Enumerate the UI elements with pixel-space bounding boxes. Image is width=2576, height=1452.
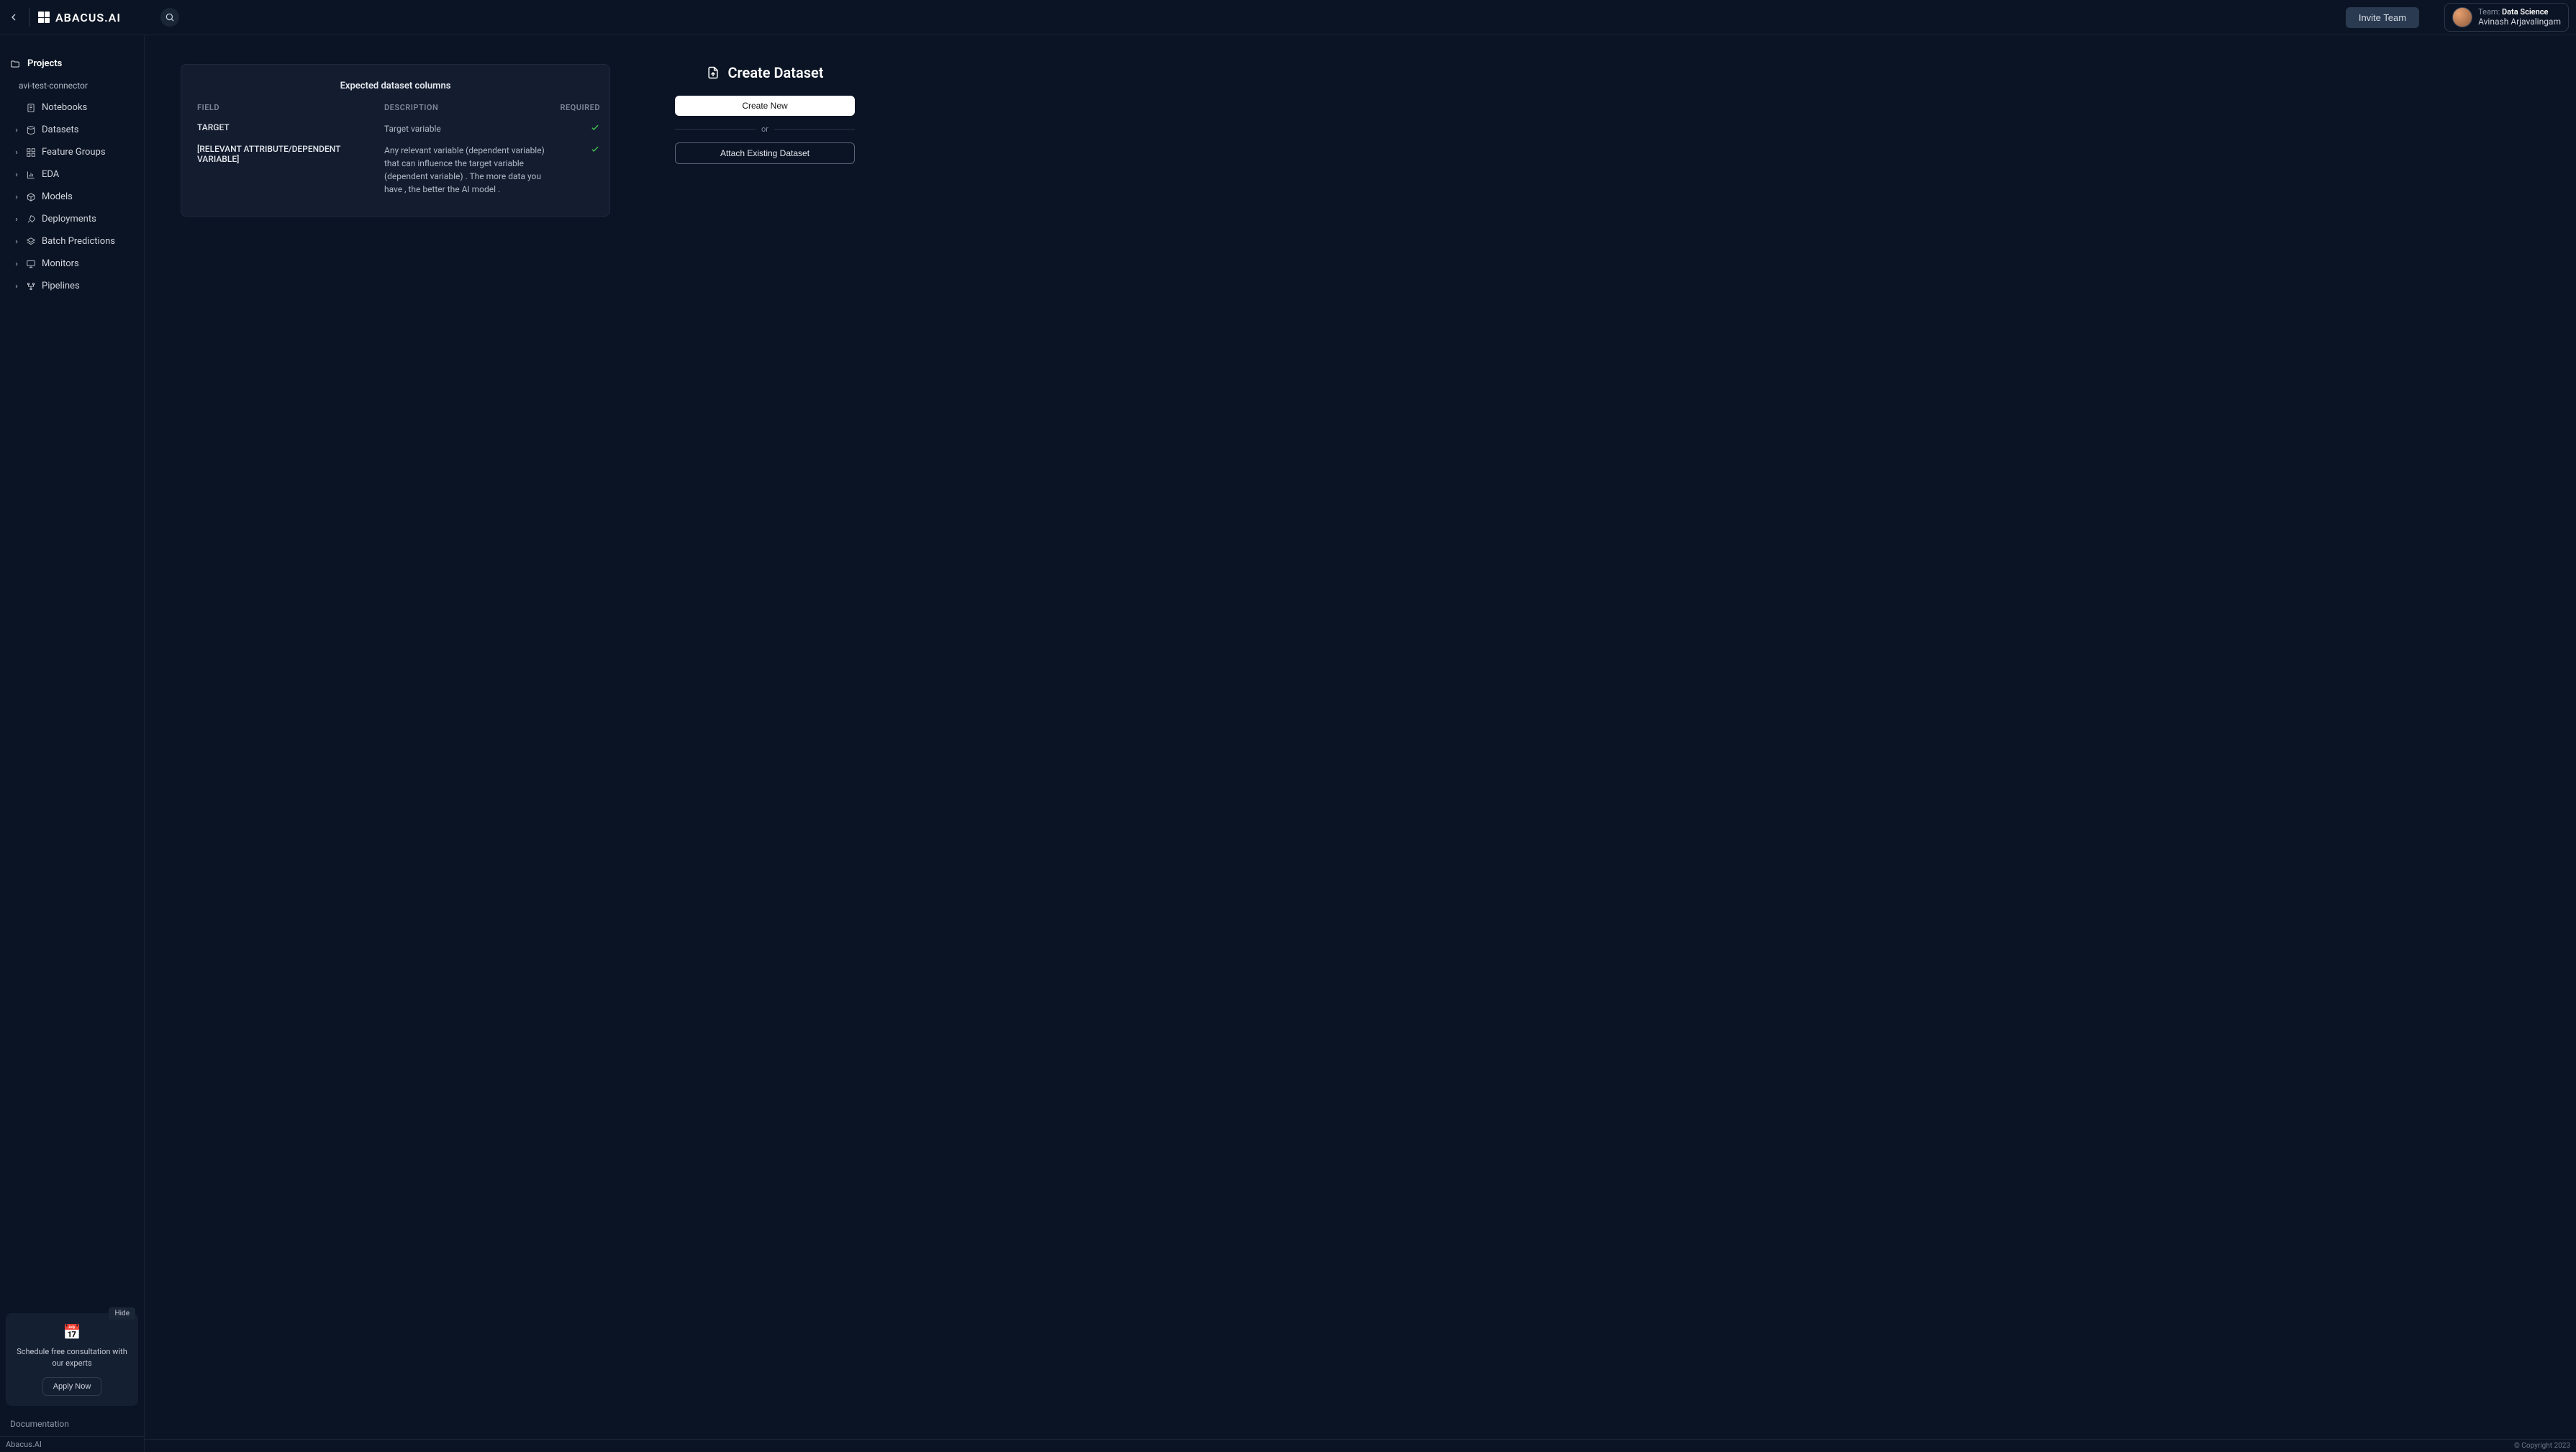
sidebar-item-label: Notebooks <box>42 102 87 113</box>
sidebar-item-pipelines[interactable]: Pipelines <box>0 275 144 297</box>
calendar-icon: 📅 <box>13 1323 131 1340</box>
search-button[interactable] <box>160 8 179 27</box>
chevron-right-icon <box>13 283 20 289</box>
team-chip[interactable]: Team: Data Science Avinash Arjavalingam <box>2444 3 2569 32</box>
attach-existing-button[interactable]: Attach Existing Dataset <box>675 142 855 164</box>
chart-icon <box>26 170 36 180</box>
sidebar-item-datasets[interactable]: Datasets <box>0 119 144 141</box>
pipeline-icon <box>26 281 36 291</box>
sidebar: Projects avi-test-connector Notebooks Da… <box>0 35 145 1452</box>
chevron-right-icon <box>13 172 20 178</box>
create-new-button[interactable]: Create New <box>675 96 855 116</box>
copyright-footer: © Copyright 2023 <box>145 1439 2576 1452</box>
check-icon <box>590 122 600 132</box>
back-button[interactable] <box>7 11 20 24</box>
cell-field: TARGET <box>197 122 384 132</box>
chevron-right-icon <box>13 127 20 133</box>
brand-logo[interactable]: ABACUS.AI <box>38 11 121 24</box>
sidebar-item-feature-groups[interactable]: Feature Groups <box>0 141 144 163</box>
sidebar-projects-root[interactable]: Projects <box>0 53 144 75</box>
invite-team-button[interactable]: Invite Team <box>2346 7 2419 28</box>
col-field: FIELD <box>197 103 384 112</box>
table-row: [RELEVANT ATTRIBUTE/DEPENDENT VARIABLE] … <box>197 140 594 200</box>
sidebar-item-label: Batch Predictions <box>42 236 115 247</box>
upload-file-icon <box>706 65 720 80</box>
team-label: Team: Data Science <box>2478 7 2561 17</box>
cube-icon <box>26 192 36 202</box>
or-separator: or <box>675 124 855 134</box>
chevron-right-icon <box>13 194 20 200</box>
check-icon <box>590 144 600 154</box>
folder-icon <box>10 59 20 69</box>
rocket-icon <box>26 214 36 224</box>
layers-icon <box>26 237 36 247</box>
grid-icon <box>26 148 36 158</box>
create-dataset-title: Create Dataset <box>675 64 855 81</box>
sidebar-item-label: Pipelines <box>42 281 80 291</box>
col-required: REQUIRED <box>550 103 600 112</box>
cell-required <box>550 144 600 156</box>
sidebar-item-label: Models <box>42 191 73 202</box>
sidebar-item-label: Monitors <box>42 258 79 269</box>
sidebar-item-label: Feature Groups <box>42 147 106 158</box>
hide-card-button[interactable]: Hide <box>109 1307 135 1320</box>
consultation-card: Hide 📅 Schedule free consultation with o… <box>6 1313 138 1406</box>
sidebar-brand-footer: Abacus.AI <box>0 1436 144 1452</box>
header-bar: ABACUS.AI Invite Team Team: Data Science… <box>0 0 2576 35</box>
sidebar-item-deployments[interactable]: Deployments <box>0 208 144 230</box>
create-dataset-panel: Create Dataset Create New or Attach Exis… <box>675 64 855 164</box>
expected-columns-table: Expected dataset columns FIELD DESCRIPTI… <box>181 64 610 217</box>
cell-desc: Target variable <box>384 122 550 135</box>
table-title: Expected dataset columns <box>197 81 594 91</box>
sidebar-item-models[interactable]: Models <box>0 186 144 208</box>
col-description: DESCRIPTION <box>384 103 550 112</box>
documentation-link[interactable]: Documentation <box>0 1412 144 1436</box>
sidebar-project-name[interactable]: avi-test-connector <box>0 75 144 96</box>
search-icon <box>165 12 175 22</box>
logo-mark-icon <box>38 12 50 23</box>
sidebar-item-eda[interactable]: EDA <box>0 163 144 186</box>
database-icon <box>26 125 36 135</box>
chevron-right-icon <box>13 150 20 155</box>
notebook-icon <box>26 103 36 113</box>
divider <box>29 8 30 27</box>
sidebar-item-label: Datasets <box>42 124 79 135</box>
chevron-right-icon <box>13 261 20 267</box>
table-row: TARGET Target variable <box>197 118 594 140</box>
sidebar-projects-label: Projects <box>27 58 62 69</box>
sidebar-item-label: Deployments <box>42 214 96 224</box>
chevron-right-icon <box>13 217 20 222</box>
cell-required <box>550 122 600 135</box>
cell-desc: Any relevant variable (dependent variabl… <box>384 144 550 196</box>
user-name: Avinash Arjavalingam <box>2478 17 2561 27</box>
main-content: Expected dataset columns FIELD DESCRIPTI… <box>145 35 2576 1452</box>
chevron-right-icon <box>13 239 20 245</box>
sidebar-item-notebooks[interactable]: Notebooks <box>0 96 144 119</box>
cell-field: [RELEVANT ATTRIBUTE/DEPENDENT VARIABLE] <box>197 144 384 164</box>
apply-now-button[interactable]: Apply Now <box>42 1377 102 1396</box>
sidebar-item-monitors[interactable]: Monitors <box>0 253 144 275</box>
brand-name: ABACUS.AI <box>55 11 121 24</box>
monitor-icon <box>26 259 36 269</box>
sidebar-item-batch-predictions[interactable]: Batch Predictions <box>0 230 144 253</box>
avatar <box>2452 7 2472 27</box>
consult-text: Schedule free consultation with our expe… <box>13 1346 131 1369</box>
sidebar-item-label: EDA <box>42 169 59 180</box>
